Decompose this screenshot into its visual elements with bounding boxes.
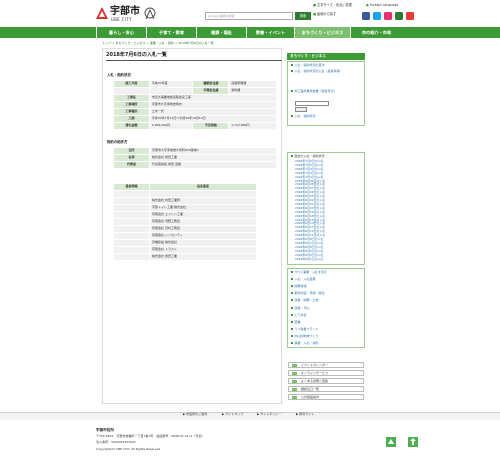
sidebar-link[interactable]: 入札・契約状況の公表（最新情報） — [291, 69, 343, 74]
site-logo-text[interactable]: 宇部市 — [110, 7, 140, 17]
category-link[interactable]: 開発情報 — [291, 284, 307, 289]
sidebar-banner[interactable]: 公共施設案内 — [288, 394, 364, 400]
table-row: 落札金額 2,999,000円 予定価格 1,712,880円 — [113, 122, 277, 130]
archive-date-link[interactable]: 2018年6月1日の入札 — [295, 257, 323, 262]
bullet-icon — [291, 285, 293, 288]
footer-copyright: Copyright(C) UBE CITY. All Rights Reserv… — [96, 447, 162, 451]
category-link[interactable]: 入札・入札結果 — [291, 277, 316, 282]
twitter-icon[interactable] — [373, 12, 381, 20]
bullet-icon — [291, 342, 293, 344]
bullet-icon — [291, 299, 293, 302]
nav-kosodate[interactable]: 子育て・教育 — [146, 27, 196, 38]
search-button[interactable]: 検索 — [295, 12, 311, 20]
page-top-up-icon[interactable] — [386, 437, 396, 447]
breadcrumb[interactable]: トップ > まちづくり・ビジネス > 事業・入札・契約 > 2018年7月6日の… — [102, 41, 214, 46]
bidder-item: 有限会社 トラスト — [149, 246, 257, 254]
footer-link-bar — [0, 412, 500, 420]
counterparty-table: 住所 宇部市大字東岐波大草町828番地4 名称 株式会社 成田工業 代表者 代表… — [113, 147, 277, 169]
youtube-icon[interactable] — [406, 12, 414, 20]
bullet-icon — [291, 334, 293, 337]
sidebar-link[interactable]: 入札・契約状況 — [291, 114, 316, 119]
text-size-link[interactable]: ■ 文字サイズ・色合い変更 — [313, 3, 352, 7]
table-row: 代表者 代表取締役 成田 道雄 — [113, 161, 277, 169]
contract-table: 施工年度 平成30年度 建築担当課 道路整備課 予算担当課 契約課 工事名 市道… — [113, 80, 278, 130]
instagram-icon[interactable] — [384, 12, 392, 20]
category-link[interactable]: 都市計画・景観・緑化 — [291, 291, 325, 296]
banner-icon — [292, 380, 297, 383]
category-link[interactable]: うべ産業ブランド — [291, 327, 319, 332]
bidder-item: 株式会社 成田工業 — [149, 253, 257, 261]
facebook-icon[interactable] — [362, 12, 370, 20]
table-row: 工事名 市道大事業地線道路改良工事 — [113, 94, 278, 102]
table-row: 工期 平成30年7月11日～平成30年10月19日 — [113, 115, 278, 123]
nav-kurashi[interactable]: 暮らし・安心 — [96, 27, 146, 38]
category-link[interactable]: 中山間地域づくり — [291, 334, 319, 339]
bidder-table: 業者情報 指名業者 株式会社 内田工業所 宇部トイレ工業 株式会社 有限会社 エ… — [113, 183, 257, 261]
city-logo-icon[interactable] — [96, 7, 108, 19]
section-heading-status: 入札・契約状況 — [107, 73, 131, 77]
footer-link-guide[interactable]: ▶ 市役所のご案内 — [183, 412, 207, 417]
footer-corp-number: 法人番号：3000020352021 — [96, 440, 136, 444]
banner-icon — [292, 388, 297, 391]
footer-link-sitemap[interactable]: ▶ サイトマップ — [222, 412, 243, 417]
sidebar-select[interactable] — [295, 101, 329, 106]
bullet-icon — [291, 271, 293, 273]
page-title: 2018年7月6日の入札一覧 — [106, 51, 282, 61]
sidebar-link[interactable]: 入札・契約状況の目次 — [291, 63, 325, 68]
mascot-icon — [144, 7, 156, 20]
category-link[interactable]: 建築・開発・土地 — [291, 299, 319, 303]
line-icon[interactable] — [395, 12, 403, 20]
footer-org-name: 宇部市役所 — [96, 428, 114, 432]
section-heading-counterparty: 契約の相手方 — [107, 140, 128, 144]
table-row: 予算担当課 契約課 — [113, 87, 277, 95]
table-row: 施工年度 平成30年度 建築担当課 道路整備課 — [113, 80, 277, 88]
sidebar-heading: まちづくり・ビジネス — [287, 53, 365, 60]
category-link[interactable]: 道路・河川 — [291, 306, 310, 311]
sidebar-banner[interactable]: 相談窓口一覧 — [288, 386, 364, 392]
bullet-icon — [291, 292, 293, 295]
bullet-icon — [291, 313, 293, 316]
page-top-arrow-icon[interactable] — [408, 437, 418, 447]
footer-address: 〒755-8601 宇部市常盤町一丁目7番1号 電話番号：0836-31-011… — [96, 434, 205, 438]
bullet-icon — [291, 306, 293, 309]
category-link[interactable]: すべて事業・入札を表示 — [291, 270, 327, 275]
table-row: 住所 宇部市大字東岐波大草町828番地4 — [113, 147, 277, 155]
nav-machizukuri[interactable]: まちづくり・ビジネス — [294, 27, 350, 38]
table-header-row: 業者情報 指名業者 — [113, 183, 257, 191]
sidebar-banner[interactable]: よくある質問と回答 — [288, 378, 364, 384]
footer-link-mobile[interactable]: ▶ 携帯サイト — [296, 412, 314, 417]
table-row: 工事場所 宇部市大字東岐波地内 — [113, 101, 278, 109]
sidebar-banner[interactable]: イベントカレンダー — [288, 362, 364, 368]
site-logo-en: UBE CITY — [111, 17, 132, 22]
bidder-item: 有限会社 沢村工務店 — [149, 225, 257, 233]
bidder-item: 有限会社 エイシン工業 — [149, 211, 257, 219]
site-footer — [0, 420, 500, 459]
foreign-language-link[interactable]: ● Foreign Language — [366, 3, 398, 7]
bidder-item: 株式会社 内田工業所 — [149, 197, 257, 205]
bullet-icon — [291, 320, 293, 323]
bullet-icon — [291, 278, 293, 281]
table-row: 名称 株式会社 成田工業 — [113, 154, 277, 162]
nav-kyoyo[interactable]: 教養・イベント — [246, 27, 294, 38]
table-row: 工事種別 土木一式 — [113, 108, 278, 116]
sidebar-banner[interactable]: オンラインサービス — [288, 370, 364, 376]
category-link[interactable]: 事業・入札・契約 — [291, 341, 319, 346]
bullet-icon — [291, 327, 293, 330]
bidder-item: 有限会社 河野工務店 — [149, 218, 257, 226]
sidebar-go-button[interactable] — [295, 107, 307, 112]
bidder-item: 宇部トイレ工業 株式会社 — [149, 204, 257, 212]
bidder-item: 高橋建設 株式会社 — [149, 239, 257, 247]
org-search-link[interactable]: ■ 組織から探す — [313, 12, 336, 16]
search-input[interactable]: Google 提供の検索 — [205, 12, 293, 20]
banner-icon — [292, 396, 297, 399]
bidder-item: 有限会社 シンセリティ — [149, 232, 257, 240]
banner-icon — [292, 364, 297, 367]
category-link[interactable]: 農業 — [291, 320, 301, 325]
footer-link-policy[interactable]: ▶ サイトポリシー — [257, 412, 281, 417]
banner-icon — [292, 372, 297, 375]
nav-kenko[interactable]: 健康・福祉 — [196, 27, 246, 38]
category-link[interactable]: 上下水道 — [291, 313, 307, 318]
nav-shisei[interactable]: 市の紹介・市政 — [350, 27, 402, 38]
sidebar-link[interactable]: 市工事成果報告書（最新月分） — [291, 89, 337, 94]
